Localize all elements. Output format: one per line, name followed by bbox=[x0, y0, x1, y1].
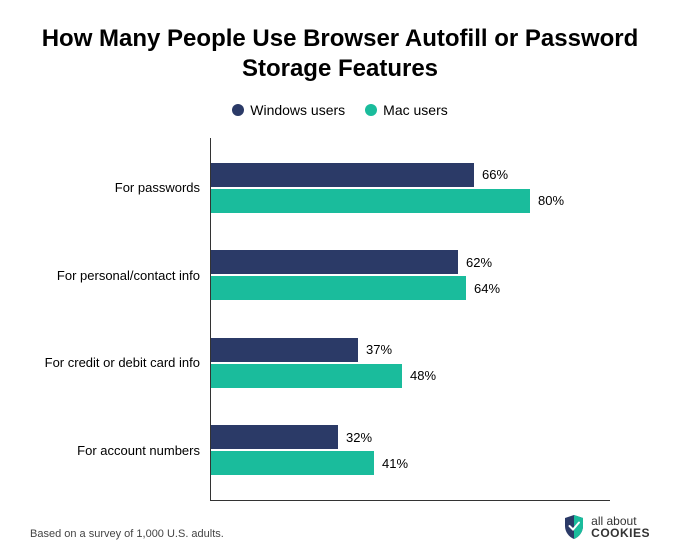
bar-pair: 37% 48% bbox=[210, 338, 610, 388]
y-axis-line bbox=[210, 138, 211, 501]
bar-row: 32% bbox=[210, 425, 610, 449]
legend-label: Mac users bbox=[383, 102, 448, 118]
bar-chart: For passwords 66% 80% For personal/conta… bbox=[30, 138, 650, 500]
bar-mac bbox=[210, 276, 466, 300]
bar-row: 66% bbox=[210, 163, 610, 187]
bar-value: 64% bbox=[474, 281, 500, 296]
bar-value: 41% bbox=[382, 456, 408, 471]
bar-pair: 32% 41% bbox=[210, 425, 610, 475]
bar-row: 48% bbox=[210, 364, 610, 388]
bar-row: 64% bbox=[210, 276, 610, 300]
chart-title: How Many People Use Browser Autofill or … bbox=[30, 24, 650, 84]
bar-row: 80% bbox=[210, 189, 610, 213]
footnote: Based on a survey of 1,000 U.S. adults. bbox=[30, 528, 224, 540]
legend-label: Windows users bbox=[250, 102, 345, 118]
bar-row: 37% bbox=[210, 338, 610, 362]
logo-line2: COOKIES bbox=[591, 527, 650, 539]
plot-area: For passwords 66% 80% For personal/conta… bbox=[30, 138, 650, 500]
bar-row: 62% bbox=[210, 250, 610, 274]
bar-group: For personal/contact info 62% 64% bbox=[30, 250, 650, 300]
brand-logo: all about COOKIES bbox=[563, 514, 650, 540]
bar-value: 62% bbox=[466, 255, 492, 270]
category-label: For passwords bbox=[30, 180, 210, 195]
bar-value: 32% bbox=[346, 430, 372, 445]
logo-text: all about COOKIES bbox=[591, 515, 650, 539]
bar-group: For credit or debit card info 37% 48% bbox=[30, 338, 650, 388]
footer: Based on a survey of 1,000 U.S. adults. … bbox=[30, 514, 650, 540]
bar-windows bbox=[210, 250, 458, 274]
bar-value: 66% bbox=[482, 167, 508, 182]
category-label: For account numbers bbox=[30, 443, 210, 458]
bar-group: For passwords 66% 80% bbox=[30, 163, 650, 213]
bar-mac bbox=[210, 451, 374, 475]
bar-value: 48% bbox=[410, 368, 436, 383]
bar-mac bbox=[210, 364, 402, 388]
legend-dot-icon bbox=[365, 104, 377, 116]
legend: Windows users Mac users bbox=[30, 102, 650, 118]
bar-value: 80% bbox=[538, 193, 564, 208]
bar-value: 37% bbox=[366, 342, 392, 357]
bar-windows bbox=[210, 338, 358, 362]
bar-pair: 62% 64% bbox=[210, 250, 610, 300]
bar-pair: 66% 80% bbox=[210, 163, 610, 213]
category-label: For credit or debit card info bbox=[30, 355, 210, 370]
bar-mac bbox=[210, 189, 530, 213]
shield-icon bbox=[563, 514, 585, 540]
x-axis-line bbox=[210, 500, 610, 501]
legend-dot-icon bbox=[232, 104, 244, 116]
bar-windows bbox=[210, 425, 338, 449]
bar-group: For account numbers 32% 41% bbox=[30, 425, 650, 475]
bar-row: 41% bbox=[210, 451, 610, 475]
category-label: For personal/contact info bbox=[30, 268, 210, 283]
legend-item-mac: Mac users bbox=[365, 102, 448, 118]
legend-item-windows: Windows users bbox=[232, 102, 345, 118]
bar-windows bbox=[210, 163, 474, 187]
